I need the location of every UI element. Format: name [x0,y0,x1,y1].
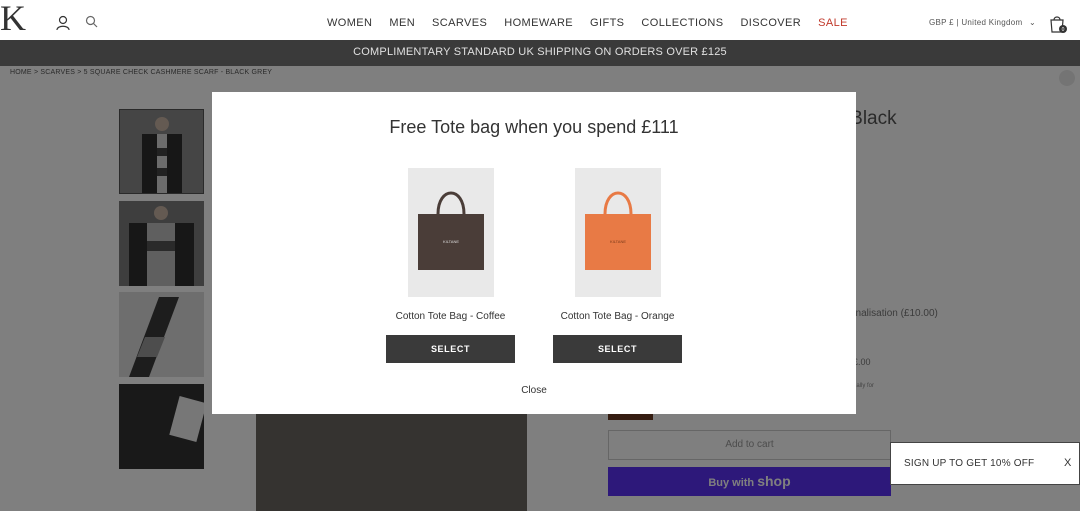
select-orange-button[interactable]: SELECT [553,335,682,363]
nav-homeware[interactable]: HOMEWARE [504,17,573,29]
tote-bag-image[interactable]: KILTANE [574,168,661,297]
account-icon[interactable] [56,15,70,36]
chevron-down-icon: ⌄ [1029,18,1037,27]
gift-offer: KILTANE Cotton Tote Bag - Orange SELECT [553,168,682,363]
gift-offer: KILTANE Cotton Tote Bag - Coffee SELECT [386,168,515,363]
close-icon[interactable]: X [1064,457,1071,469]
search-icon[interactable] [85,15,98,33]
nav-discover[interactable]: DISCOVER [740,17,801,29]
free-gift-modal: Free Tote bag when you spend £111 KILTAN… [212,92,856,414]
promo-bar: COMPLIMENTARY STANDARD UK SHIPPING ON OR… [0,40,1080,66]
modal-title: Free Tote bag when you spend £111 [389,117,679,137]
main-nav: WOMEN MEN SCARVES HOMEWARE GIFTS COLLECT… [327,17,865,29]
nav-women[interactable]: WOMEN [327,17,372,29]
offer-name: Cotton Tote Bag - Coffee [395,311,506,322]
cart-count: 0 [1062,27,1065,33]
region-selector[interactable]: GBP £ | United Kingdom ⌄ [929,18,1036,27]
nav-gifts[interactable]: GIFTS [590,17,624,29]
region-label: GBP £ | United Kingdom [929,18,1023,27]
cart-icon[interactable]: 0 [1048,14,1068,39]
offer-name: Cotton Tote Bag - Orange [560,311,675,322]
brand-logo[interactable]: K [0,0,26,36]
tote-print: KILTANE [442,239,458,244]
nav-collections[interactable]: COLLECTIONS [641,17,723,29]
nav-men[interactable]: MEN [389,17,415,29]
tote-bag-image[interactable]: KILTANE [407,168,494,297]
tote-print: KILTANE [609,239,625,244]
nav-sale[interactable]: SALE [818,17,848,29]
nav-scarves[interactable]: SCARVES [432,17,487,29]
signup-text: SIGN UP TO GET 10% OFF [904,458,1035,469]
select-coffee-button[interactable]: SELECT [386,335,515,363]
close-modal-link[interactable]: Close [212,385,856,396]
site-header: K WOMEN MEN SCARVES HOMEWARE GIFTS COLLE… [0,0,1080,40]
signup-banner[interactable]: SIGN UP TO GET 10% OFF X [890,442,1080,485]
